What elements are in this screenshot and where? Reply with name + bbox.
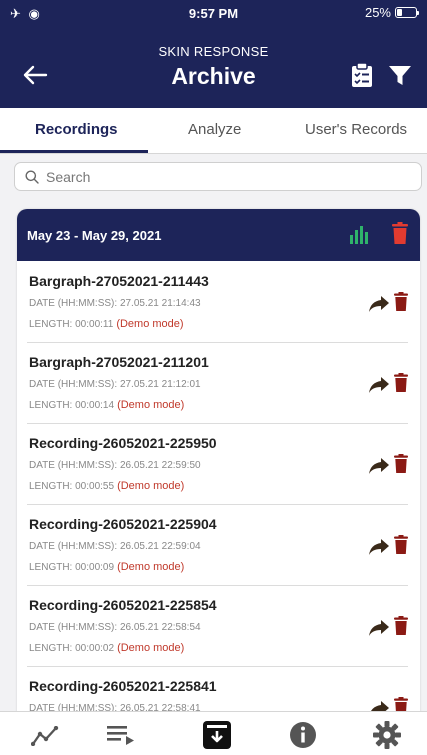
demo-mode-tag: (Demo mode) [117, 561, 185, 573]
length-label: LENGTH: [29, 643, 73, 654]
date-label: DATE (HH:MM:SS): [29, 622, 118, 633]
search-bar [14, 162, 422, 191]
header-subtitle: SKIN RESPONSE [158, 44, 269, 59]
date-label: DATE (HH:MM:SS): [29, 460, 118, 471]
battery-indicator: 25% [364, 5, 419, 20]
recording-name: Recording-26052021-225950 [29, 435, 217, 451]
date-label: DATE (HH:MM:SS): [29, 541, 118, 552]
recording-length: LENGTH: 00:00:14 (Demo mode) [29, 399, 184, 411]
share-icon[interactable] [369, 296, 389, 312]
share-icon[interactable] [369, 539, 389, 555]
playlist-icon[interactable] [107, 725, 135, 745]
recording-row[interactable]: Recording-26052021-225904 DATE (HH:MM:SS… [27, 504, 408, 586]
date-value: 27.05.21 21:14:43 [119, 298, 201, 309]
date-value: 27.05.21 21:12:01 [119, 379, 201, 390]
recording-date: DATE (HH:MM:SS): 26.05.21 22:58:54 [29, 622, 201, 633]
tab-analyze[interactable]: Analyze [188, 121, 241, 138]
week-range-label: May 23 - May 29, 2021 [27, 228, 162, 243]
length-value: 00:00:11 [75, 319, 114, 330]
date-label: DATE (HH:MM:SS): [29, 298, 118, 309]
trash-icon[interactable] [394, 454, 408, 473]
active-tab-indicator [0, 150, 148, 153]
length-label: LENGTH: [29, 400, 73, 411]
info-icon[interactable] [289, 721, 317, 749]
length-label: LENGTH: [29, 562, 73, 573]
demo-mode-tag: (Demo mode) [117, 642, 185, 654]
recording-length: LENGTH: 00:00:02 (Demo mode) [29, 642, 184, 654]
recording-row[interactable]: Recording-26052021-225854 DATE (HH:MM:SS… [27, 585, 408, 667]
recording-name: Recording-26052021-225904 [29, 516, 217, 532]
date-value: 26.05.21 22:58:54 [119, 622, 201, 633]
demo-mode-tag: (Demo mode) [117, 399, 185, 411]
battery-percent: 25% [364, 5, 391, 20]
length-value: 00:00:55 [75, 481, 115, 492]
share-icon[interactable] [369, 620, 389, 636]
length-value: 00:00:02 [75, 643, 115, 654]
length-label: LENGTH: [29, 319, 73, 330]
date-label: DATE (HH:MM:SS): [29, 379, 118, 390]
trash-icon[interactable] [394, 616, 408, 635]
date-value: 26.05.21 22:59:04 [119, 541, 201, 552]
bar-chart-icon[interactable] [350, 224, 368, 244]
demo-mode-tag: (Demo mode) [116, 318, 184, 330]
date-value: 26.05.21 22:59:50 [119, 460, 201, 471]
filter-icon[interactable] [389, 66, 411, 86]
recording-date: DATE (HH:MM:SS): 27.05.21 21:12:01 [29, 379, 201, 390]
status-time: 9:57 PM [188, 6, 239, 21]
length-value: 00:00:09 [75, 562, 115, 573]
length-value: 00:00:14 [75, 400, 115, 411]
recording-row[interactable]: Bargraph-27052021-211201 DATE (HH:MM:SS)… [27, 342, 408, 424]
settings-gear-icon[interactable] [373, 721, 401, 749]
trash-icon[interactable] [394, 292, 408, 311]
search-icon [25, 170, 39, 184]
tab-bar: Recordings Analyze User's Records [0, 108, 427, 154]
share-icon[interactable] [369, 377, 389, 393]
recording-date: DATE (HH:MM:SS): 26.05.21 22:59:50 [29, 460, 201, 471]
recording-name: Recording-26052021-225841 [29, 678, 217, 694]
recording-length: LENGTH: 00:00:55 (Demo mode) [29, 480, 184, 492]
battery-icon [395, 7, 419, 18]
status-bar: ✈ ◉ 9:57 PM 25% [0, 0, 427, 26]
week-group-header: May 23 - May 29, 2021 [17, 209, 420, 261]
archive-icon[interactable] [203, 721, 231, 749]
app-header: ✈ ◉ 9:57 PM 25% SKIN RESPONSE Archive [0, 0, 427, 108]
bottom-navigation [0, 711, 427, 755]
tab-recordings[interactable]: Recordings [35, 121, 118, 138]
recording-date: DATE (HH:MM:SS): 26.05.21 22:59:04 [29, 541, 201, 552]
recording-row[interactable]: Recording-26052021-225950 DATE (HH:MM:SS… [27, 423, 408, 505]
line-chart-icon[interactable] [31, 726, 59, 746]
clipboard-check-icon[interactable] [351, 62, 373, 88]
recording-row[interactable]: Bargraph-27052021-211443 DATE (HH:MM:SS)… [27, 261, 408, 343]
delete-week-icon[interactable] [392, 222, 408, 244]
trash-icon[interactable] [394, 535, 408, 554]
trash-icon[interactable] [394, 373, 408, 392]
demo-mode-tag: (Demo mode) [117, 480, 185, 492]
recording-name: Bargraph-27052021-211201 [29, 354, 209, 370]
length-label: LENGTH: [29, 481, 73, 492]
recording-date: DATE (HH:MM:SS): 27.05.21 21:14:43 [29, 298, 201, 309]
recording-name: Recording-26052021-225854 [29, 597, 217, 613]
share-icon[interactable] [369, 458, 389, 474]
archive-panel: May 23 - May 29, 2021 Bargraph-27052021-… [17, 209, 420, 755]
recording-length: LENGTH: 00:00:11 (Demo mode) [29, 318, 184, 330]
tab-users-records[interactable]: User's Records [305, 121, 407, 138]
search-input[interactable] [46, 168, 406, 185]
recording-name: Bargraph-27052021-211443 [29, 273, 209, 289]
recording-length: LENGTH: 00:00:09 (Demo mode) [29, 561, 184, 573]
